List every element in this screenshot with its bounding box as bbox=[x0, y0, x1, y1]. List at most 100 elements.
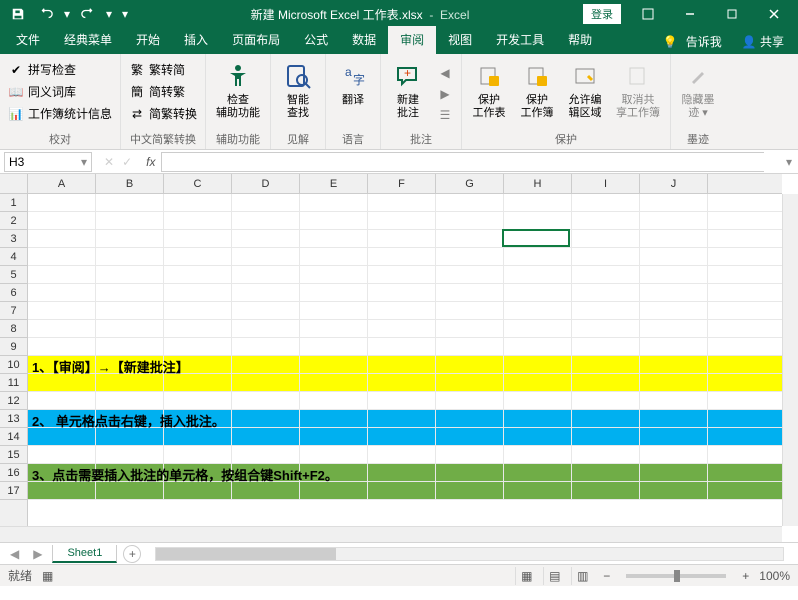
cell[interactable] bbox=[572, 374, 640, 391]
cell[interactable] bbox=[28, 230, 96, 247]
cell[interactable] bbox=[300, 302, 368, 319]
tellme-button[interactable]: 告诉我 bbox=[686, 33, 722, 50]
cell[interactable] bbox=[164, 212, 232, 229]
grid-row[interactable] bbox=[28, 248, 782, 266]
zoom-in-button[interactable]: + bbox=[738, 569, 753, 583]
cell[interactable] bbox=[164, 302, 232, 319]
cell[interactable] bbox=[572, 410, 640, 427]
cell[interactable] bbox=[572, 302, 640, 319]
cell[interactable] bbox=[300, 284, 368, 301]
cell[interactable] bbox=[164, 428, 232, 445]
grid-row[interactable] bbox=[28, 212, 782, 230]
page-break-view-button[interactable]: ▥ bbox=[571, 567, 593, 585]
cell[interactable] bbox=[504, 194, 572, 211]
cell[interactable] bbox=[96, 446, 164, 463]
cell[interactable] bbox=[572, 446, 640, 463]
cell[interactable] bbox=[164, 482, 232, 499]
cell[interactable] bbox=[164, 446, 232, 463]
cell[interactable] bbox=[232, 482, 300, 499]
cell[interactable] bbox=[504, 302, 572, 319]
tab-file[interactable]: 文件 bbox=[4, 26, 52, 54]
name-box[interactable]: H3▾ bbox=[4, 152, 92, 172]
cell[interactable] bbox=[504, 230, 572, 247]
cell[interactable] bbox=[436, 284, 504, 301]
cell[interactable] bbox=[572, 320, 640, 337]
protect-sheet-button[interactable]: 保护 工作表 bbox=[468, 58, 510, 122]
cell[interactable] bbox=[504, 356, 572, 373]
scrollbar-thumb[interactable] bbox=[156, 548, 336, 560]
cell[interactable] bbox=[640, 320, 708, 337]
cell[interactable] bbox=[300, 212, 368, 229]
cell[interactable] bbox=[232, 320, 300, 337]
convert-button[interactable]: ⇄简繁转换 bbox=[127, 104, 199, 123]
tab-help[interactable]: 帮助 bbox=[556, 26, 604, 54]
column-header[interactable]: A bbox=[28, 174, 96, 193]
cell[interactable] bbox=[300, 428, 368, 445]
thesaurus-button[interactable]: 📖同义词库 bbox=[6, 82, 114, 101]
cell[interactable] bbox=[232, 302, 300, 319]
cell[interactable] bbox=[164, 194, 232, 211]
cell[interactable] bbox=[368, 194, 436, 211]
cell[interactable] bbox=[436, 266, 504, 283]
login-button[interactable]: 登录 bbox=[582, 3, 622, 25]
cell[interactable] bbox=[300, 392, 368, 409]
normal-view-button[interactable]: ▦ bbox=[515, 567, 537, 585]
cell[interactable] bbox=[640, 464, 708, 481]
cell[interactable] bbox=[368, 302, 436, 319]
row-header[interactable]: 3 bbox=[0, 230, 27, 248]
cell[interactable] bbox=[300, 266, 368, 283]
sheet-nav-next[interactable]: ▶ bbox=[29, 547, 46, 561]
cell[interactable] bbox=[572, 338, 640, 355]
select-all-corner[interactable] bbox=[0, 174, 28, 194]
sheet-nav-prev[interactable]: ◀ bbox=[6, 547, 23, 561]
cell[interactable] bbox=[96, 338, 164, 355]
cell[interactable] bbox=[572, 284, 640, 301]
status-macro-icon[interactable]: ▦ bbox=[42, 569, 53, 583]
zoom-out-button[interactable]: − bbox=[599, 569, 614, 583]
cell[interactable] bbox=[504, 320, 572, 337]
cell[interactable] bbox=[232, 212, 300, 229]
sheet-tab[interactable]: Sheet1 bbox=[52, 545, 117, 563]
column-header[interactable]: H bbox=[504, 174, 572, 193]
chevron-down-icon[interactable]: ▾ bbox=[81, 155, 87, 169]
cell[interactable] bbox=[28, 374, 96, 391]
cell[interactable] bbox=[368, 374, 436, 391]
grid-row[interactable] bbox=[28, 302, 782, 320]
row-header[interactable]: 8 bbox=[0, 320, 27, 338]
row-header[interactable]: 1 bbox=[0, 194, 27, 212]
grid-row[interactable] bbox=[28, 230, 782, 248]
cell[interactable] bbox=[504, 446, 572, 463]
cell[interactable] bbox=[96, 482, 164, 499]
cell[interactable] bbox=[436, 212, 504, 229]
tab-data[interactable]: 数据 bbox=[340, 26, 388, 54]
enter-formula-button[interactable]: ✓ bbox=[122, 155, 132, 169]
tab-review[interactable]: 审阅 bbox=[388, 26, 436, 54]
share-button[interactable]: 👤 共享 bbox=[742, 33, 784, 50]
cell[interactable] bbox=[368, 446, 436, 463]
row-header[interactable]: 9 bbox=[0, 338, 27, 356]
cell[interactable] bbox=[368, 230, 436, 247]
cell[interactable] bbox=[504, 482, 572, 499]
cell[interactable] bbox=[232, 266, 300, 283]
cell[interactable] bbox=[640, 302, 708, 319]
cell[interactable] bbox=[436, 356, 504, 373]
formula-input[interactable] bbox=[161, 152, 764, 172]
cell[interactable] bbox=[28, 266, 96, 283]
cell[interactable] bbox=[436, 338, 504, 355]
column-header[interactable]: J bbox=[640, 174, 708, 193]
cell[interactable] bbox=[232, 248, 300, 265]
grid-row[interactable] bbox=[28, 374, 782, 392]
column-header[interactable]: F bbox=[368, 174, 436, 193]
cell[interactable] bbox=[640, 410, 708, 427]
cell[interactable] bbox=[504, 464, 572, 481]
column-header[interactable]: C bbox=[164, 174, 232, 193]
tab-home[interactable]: 开始 bbox=[124, 26, 172, 54]
row-header[interactable]: 4 bbox=[0, 248, 27, 266]
column-header[interactable]: G bbox=[436, 174, 504, 193]
row-header[interactable]: 12 bbox=[0, 392, 27, 410]
cell[interactable] bbox=[28, 320, 96, 337]
row-header[interactable]: 16 bbox=[0, 464, 27, 482]
cell[interactable] bbox=[232, 356, 300, 373]
cell[interactable] bbox=[436, 248, 504, 265]
cell[interactable] bbox=[300, 446, 368, 463]
